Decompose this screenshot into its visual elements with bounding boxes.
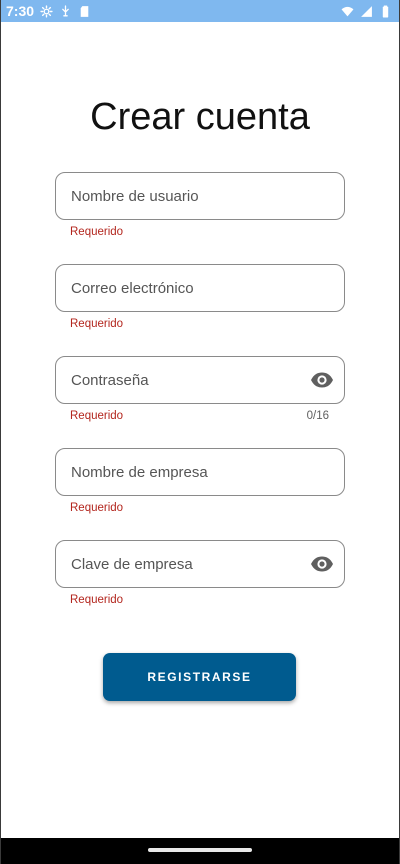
password-label: Contraseña — [71, 371, 149, 389]
status-left: 7:30 — [6, 3, 91, 19]
battery-icon — [379, 5, 392, 18]
username-label: Nombre de usuario — [71, 187, 199, 205]
email-label: Correo electrónico — [71, 279, 194, 297]
company-key-field[interactable]: Clave de empresa — [55, 540, 345, 588]
status-right — [341, 5, 392, 18]
status-bar: 7:30 — [0, 0, 400, 22]
home-gesture-handle[interactable] — [148, 848, 252, 852]
settings-gear-icon — [40, 4, 53, 18]
company-name-helper: Requerido — [70, 502, 124, 514]
email-helper: Requerido — [70, 318, 124, 330]
company-name-field[interactable]: Nombre de empresa — [55, 448, 345, 496]
company-key-helper: Requerido — [70, 594, 124, 606]
password-field[interactable]: Contraseña — [55, 356, 345, 404]
cell-signal-icon — [360, 5, 373, 18]
wifi-icon — [341, 5, 354, 18]
usb-debug-icon — [59, 4, 72, 18]
username-helper: Requerido — [70, 226, 124, 238]
visibility-eye-icon[interactable] — [310, 552, 334, 576]
status-time: 7:30 — [6, 3, 35, 19]
visibility-eye-icon[interactable] — [310, 368, 334, 392]
password-helper: Requerido — [70, 410, 124, 422]
sd-card-icon — [78, 5, 91, 18]
navigation-bar — [0, 838, 400, 864]
password-char-counter: 0/16 — [306, 410, 329, 422]
username-field[interactable]: Nombre de usuario — [55, 172, 345, 220]
company-name-label: Nombre de empresa — [71, 463, 208, 481]
page-title: Crear cuenta — [90, 96, 310, 138]
company-key-label: Clave de empresa — [71, 555, 193, 573]
register-button[interactable]: REGISTRARSE — [103, 653, 296, 701]
email-field[interactable]: Correo electrónico — [55, 264, 345, 312]
